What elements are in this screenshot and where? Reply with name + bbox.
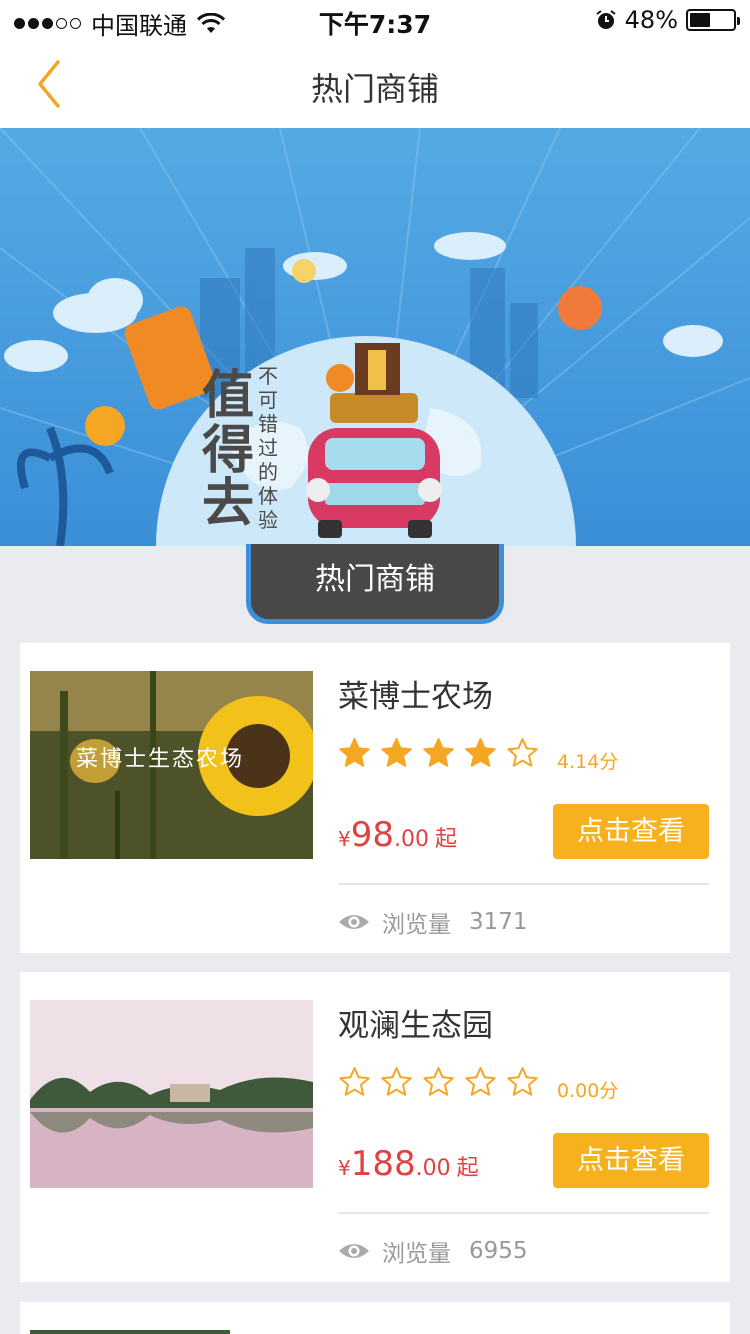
shop-price: ¥188.00 起 bbox=[338, 1144, 479, 1184]
rating-stars bbox=[338, 1066, 539, 1099]
lake-photo bbox=[30, 1000, 313, 1188]
shop-image[interactable] bbox=[30, 1000, 313, 1188]
views-number: 6955 bbox=[469, 1238, 528, 1264]
banner-headline-char-3: 去 bbox=[202, 474, 254, 534]
star-empty-icon bbox=[507, 1067, 538, 1096]
views-number: 3171 bbox=[469, 909, 528, 935]
star-filled-icon bbox=[381, 738, 412, 767]
star-filled-icon bbox=[339, 738, 370, 767]
shop-price: ¥98.00 起 bbox=[338, 815, 457, 855]
star-empty-icon bbox=[381, 1067, 412, 1096]
card-divider bbox=[338, 1212, 709, 1214]
battery-fill bbox=[690, 13, 711, 27]
views-label: 浏览量 bbox=[382, 912, 451, 938]
page-title: 热门商铺 bbox=[310, 70, 439, 108]
rating-stars bbox=[338, 737, 539, 770]
price-integer: 188 bbox=[350, 1144, 416, 1184]
rating-score: 4.14分 bbox=[557, 751, 619, 773]
star-filled-icon bbox=[423, 738, 454, 767]
eye-icon bbox=[339, 915, 369, 929]
card-divider bbox=[338, 883, 709, 885]
view-details-button[interactable]: 点击查看 bbox=[553, 1133, 709, 1188]
views-label: 浏览量 bbox=[382, 1241, 451, 1267]
shop-card-partial[interactable] bbox=[20, 1302, 730, 1334]
star-empty-icon bbox=[423, 1067, 454, 1096]
shop-image[interactable] bbox=[30, 1330, 230, 1334]
star-half-icon bbox=[507, 738, 538, 767]
price-integer: 98 bbox=[350, 815, 394, 855]
price-decimal: .00 bbox=[415, 1156, 451, 1181]
status-bar: 中国联通 下午7:37 48% bbox=[0, 0, 750, 40]
price-suffix: 起 bbox=[456, 1156, 479, 1181]
price-suffix: 起 bbox=[435, 827, 458, 852]
shop-card[interactable]: 菜博士生态农场 菜博士农场 4.14分 ¥98.00 起 点击查看 浏览量 317… bbox=[20, 643, 730, 953]
section-tab-hot-shops: 热门商铺 bbox=[246, 544, 504, 624]
nav-bar: 热门商铺 bbox=[0, 40, 750, 128]
star-empty-icon bbox=[465, 1067, 496, 1096]
banner-headline-char-1: 值 bbox=[202, 366, 254, 426]
battery-percent: 48% bbox=[624, 6, 678, 34]
shop-name: 观澜生态园 bbox=[338, 1008, 493, 1044]
star-filled-icon bbox=[465, 738, 496, 767]
view-count: 浏览量 6955 bbox=[338, 1234, 528, 1268]
view-details-button[interactable]: 点击查看 bbox=[553, 804, 709, 859]
price-decimal: .00 bbox=[394, 827, 429, 852]
shop-image-caption: 菜博士生态农场 bbox=[76, 747, 245, 772]
shop-name: 菜博士农场 bbox=[338, 679, 493, 715]
price-currency: ¥ bbox=[338, 827, 351, 851]
promo-banner[interactable]: 值 得 去 不可错过的体验 bbox=[0, 128, 750, 546]
banner-tagline: 不可错过的体验 bbox=[258, 364, 278, 532]
rating-score: 0.00分 bbox=[557, 1080, 619, 1102]
shop-image[interactable]: 菜博士生态农场 bbox=[30, 671, 313, 859]
eye-icon bbox=[339, 1244, 369, 1258]
price-currency: ¥ bbox=[338, 1156, 351, 1180]
banner-illustration: 值 得 去 bbox=[0, 128, 750, 546]
shop-card[interactable]: 观澜生态园 0.00分 ¥188.00 起 点击查看 浏览量 6955 bbox=[20, 972, 730, 1282]
battery-icon bbox=[686, 9, 740, 31]
star-empty-icon bbox=[339, 1067, 370, 1096]
banner-headline-char-2: 得 bbox=[202, 421, 254, 481]
status-right: 48% bbox=[595, 6, 740, 34]
alarm-clock-icon bbox=[596, 10, 616, 29]
view-count: 浏览量 3171 bbox=[338, 905, 528, 939]
